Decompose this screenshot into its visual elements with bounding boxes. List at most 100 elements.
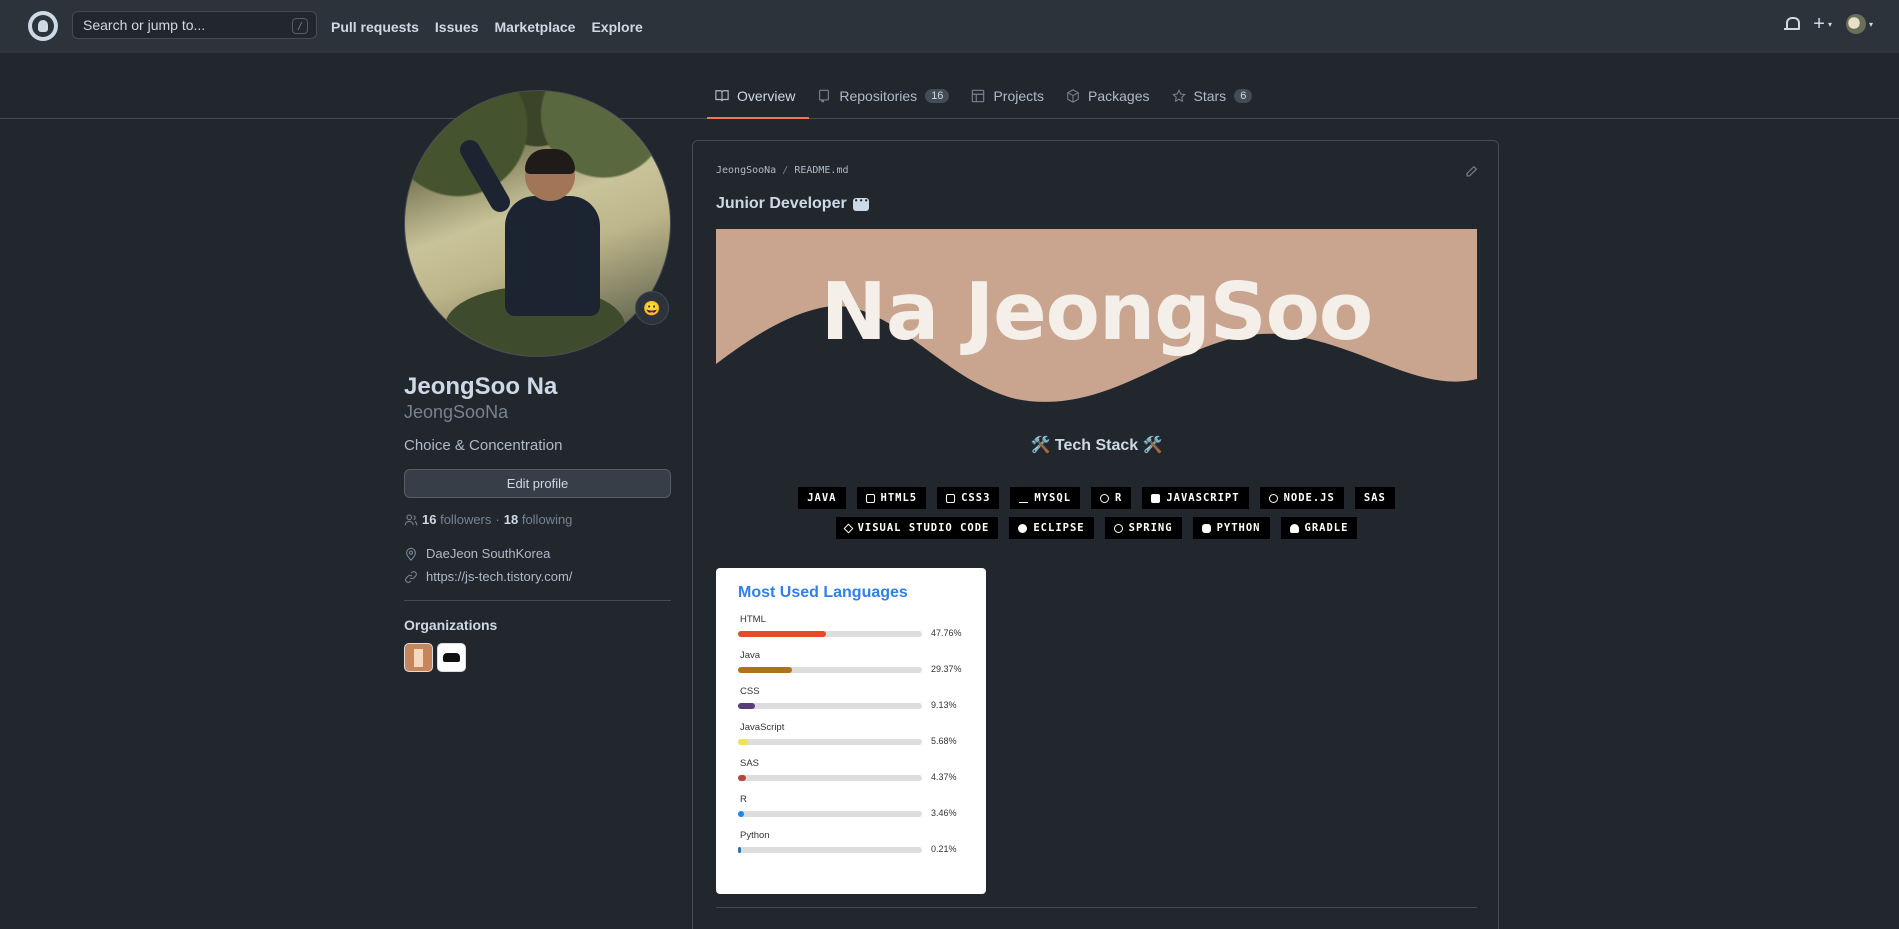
tab-overview[interactable]: Overview [707, 76, 810, 119]
language-row: Java 29.37% [738, 650, 964, 686]
nodejs-icon [1268, 493, 1278, 503]
language-bar-fill [738, 631, 826, 637]
followers-link[interactable]: 16 followers [422, 512, 491, 527]
tab-label: Overview [737, 88, 796, 104]
pencil-icon[interactable] [1465, 165, 1478, 178]
badge-spring: SPRING [1104, 517, 1182, 539]
top-nav: Pull requests Issues Marketplace Explore [331, 0, 643, 53]
language-percent: 5.68% [931, 736, 957, 746]
tech-badges: JAVA HTML5 CSS3 MYSQL R JAVASCRIPT NODE.… [716, 487, 1477, 539]
language-bar-track [738, 667, 922, 673]
organization-avatar[interactable] [404, 643, 433, 672]
language-percent: 3.46% [931, 808, 957, 818]
badge-label: ECLIPSE [1033, 522, 1085, 534]
badge-label: PYTHON [1216, 522, 1261, 534]
set-status-button[interactable]: 😀 [635, 291, 669, 325]
edit-profile-button[interactable]: Edit profile [404, 469, 671, 498]
smiley-icon: 😀 [643, 299, 661, 316]
user-menu[interactable]: ▾ [1845, 14, 1873, 34]
search-input[interactable]: Search or jump to... / [72, 11, 317, 39]
badge-html5: HTML5 [856, 487, 927, 509]
following-link[interactable]: 18 following [504, 512, 573, 527]
top-bar: Search or jump to... / Pull requests Iss… [0, 0, 1899, 53]
divider [404, 600, 671, 601]
badge-sas: SAS [1354, 487, 1395, 509]
badge-label: R [1115, 492, 1123, 504]
create-new-menu[interactable]: + ▾ [1813, 14, 1832, 34]
top-right-actions: + ▾ ▾ [1783, 14, 1873, 34]
language-name: R [740, 794, 747, 805]
organization-avatar[interactable] [437, 643, 466, 672]
badge-label: HTML5 [880, 492, 918, 504]
follow-stats: 16 followers · 18 following [404, 512, 671, 527]
badge-label: GRADLE [1304, 522, 1349, 534]
tab-label: Projects [993, 88, 1045, 104]
speech-bubble-icon [852, 196, 869, 211]
profile-details: DaeJeon SouthKorea https://js-tech.tisto… [404, 546, 671, 584]
spring-icon [1113, 523, 1123, 533]
language-bar-fill [738, 703, 755, 709]
location-row: DaeJeon SouthKorea [404, 546, 671, 561]
tab-projects[interactable]: Projects [963, 76, 1058, 119]
nav-pull-requests[interactable]: Pull requests [331, 19, 419, 35]
language-percent: 0.21% [931, 844, 957, 854]
nav-explore[interactable]: Explore [591, 19, 642, 35]
badge-css3: CSS3 [937, 487, 1000, 509]
stars-count-badge: 6 [1234, 89, 1253, 103]
nav-issues[interactable]: Issues [435, 19, 479, 35]
readme-breadcrumb: JeongSooNa / README.md [716, 165, 849, 176]
css3-icon [946, 493, 956, 503]
badge-label: JAVA [807, 492, 837, 504]
readme-heading-text: Junior Developer [716, 195, 847, 212]
language-row: JavaScript 5.68% [738, 722, 964, 758]
badge-java: JAVA [798, 487, 846, 509]
tab-packages[interactable]: Packages [1058, 76, 1163, 119]
tab-label: Repositories [839, 88, 918, 104]
profile-avatar[interactable] [404, 90, 671, 357]
tab-stars[interactable]: Stars 6 [1164, 76, 1267, 119]
language-name: Python [740, 830, 770, 841]
language-row: Python 0.21% [738, 830, 964, 866]
vscode-icon [843, 523, 854, 533]
github-logo-icon[interactable] [28, 11, 58, 41]
language-bar-fill [738, 811, 745, 817]
following-count: 18 [503, 512, 519, 527]
profile-readme: JeongSooNa / README.md Junior Developer … [692, 140, 1499, 929]
badge-javascript: JAVASCRIPT [1142, 487, 1249, 509]
badge-label: VISUAL STUDIO CODE [857, 522, 990, 534]
language-bar-fill [738, 847, 741, 853]
profile-sidebar: 😀 JeongSoo Na JeongSooNa Choice & Concen… [404, 90, 671, 672]
profile-bio: Choice & Concentration [404, 437, 563, 454]
table-icon [972, 89, 985, 103]
people-icon [404, 514, 418, 525]
location-text: DaeJeon SouthKorea [426, 546, 551, 561]
badge-label: CSS3 [961, 492, 991, 504]
profile-username: JeongSooNa [404, 402, 509, 422]
tab-repositories[interactable]: Repositories 16 [809, 76, 963, 119]
profile-full-name: JeongSoo Na [404, 373, 558, 400]
language-row: SAS 4.37% [738, 758, 964, 794]
language-bar-track [738, 631, 922, 637]
nav-marketplace[interactable]: Marketplace [495, 19, 576, 35]
package-icon [1067, 89, 1079, 103]
badge-label: SPRING [1128, 522, 1173, 534]
website-link[interactable]: https://js-tech.tistory.com/ [426, 569, 572, 584]
badge-mysql: MYSQL [1010, 487, 1081, 509]
languages-list: HTML 47.76% Java 29.37% CSS 9.13% JavaScript 5.… [738, 614, 964, 866]
python-icon [1201, 523, 1211, 533]
search-placeholder: Search or jump to... [83, 17, 206, 33]
readme-heading: Junior Developer [716, 195, 869, 213]
badge-r: R [1091, 487, 1132, 509]
search-shortcut-hint: / [292, 18, 308, 34]
badge-nodejs: NODE.JS [1259, 487, 1344, 509]
readme-owner-link[interactable]: JeongSooNa [716, 165, 776, 176]
language-percent: 29.37% [931, 664, 962, 674]
notifications-bell-icon[interactable] [1783, 16, 1801, 32]
languages-card-title: Most Used Languages [738, 584, 908, 601]
language-bar-track [738, 811, 922, 817]
eclipse-icon [1018, 523, 1028, 533]
language-name: JavaScript [740, 722, 785, 733]
language-name: Java [740, 650, 761, 661]
breadcrumb-slash: / [782, 165, 789, 176]
badge-label: NODE.JS [1283, 492, 1335, 504]
